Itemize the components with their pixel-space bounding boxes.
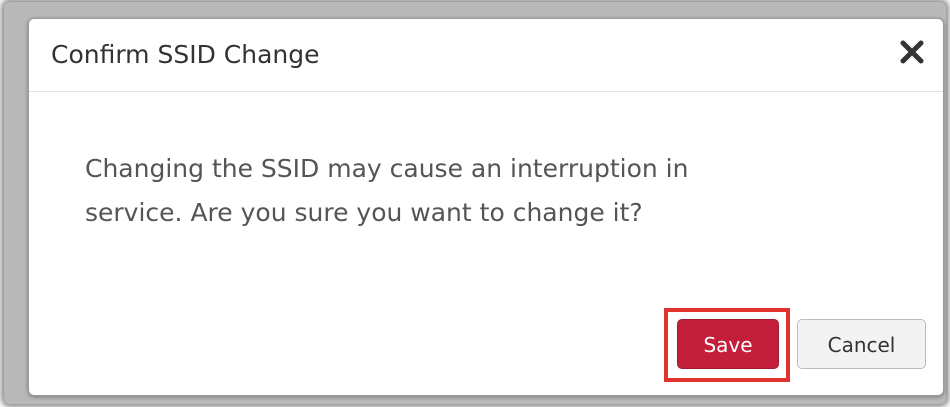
close-icon: [900, 40, 924, 64]
save-button-highlight: [664, 308, 790, 382]
close-button[interactable]: [895, 35, 929, 69]
dialog-header: Confirm SSID Change: [29, 19, 943, 92]
dialog-title: Confirm SSID Change: [51, 40, 320, 69]
confirm-ssid-dialog: Confirm SSID Change Changing the SSID ma…: [28, 18, 944, 396]
dialog-message-line-1: Changing the SSID may cause an interrupt…: [85, 154, 689, 183]
screenshot-stage: Confirm SSID Change Changing the SSID ma…: [0, 0, 950, 407]
cancel-button[interactable]: Cancel: [797, 319, 926, 369]
dialog-message-line-2: service. Are you sure you want to change…: [85, 198, 643, 227]
dialog-message: Changing the SSID may cause an interrupt…: [85, 147, 885, 235]
